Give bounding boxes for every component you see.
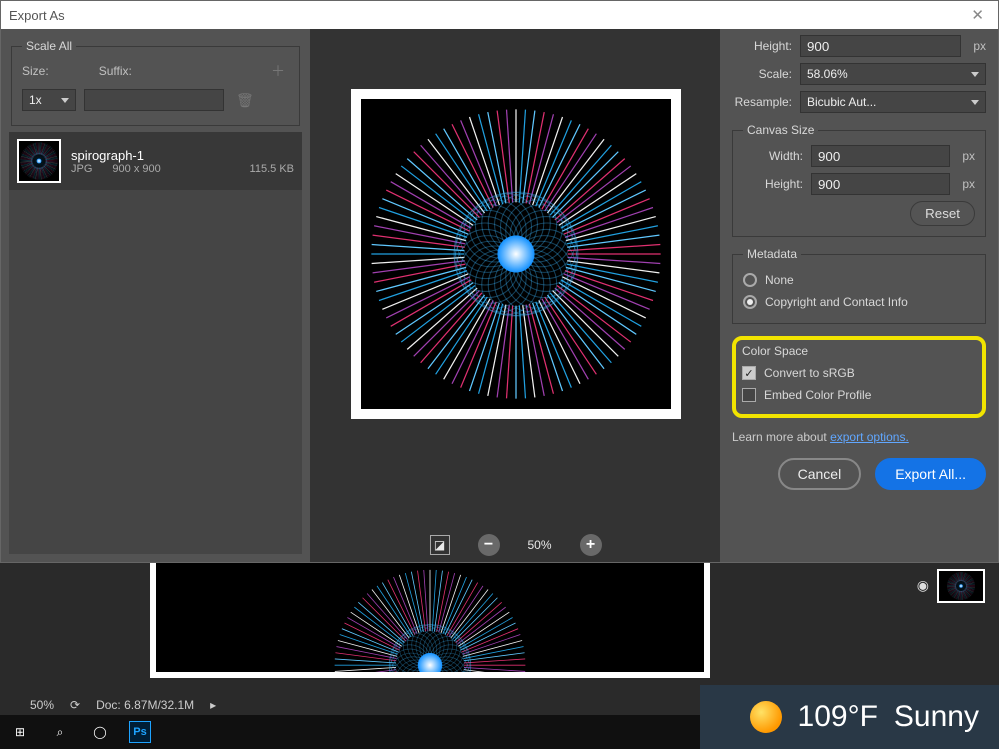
reset-button[interactable]: Reset	[910, 201, 975, 226]
canvas-size-group: Canvas Size Width: px Height: px Reset	[732, 123, 986, 237]
size-select[interactable]: 1x	[22, 89, 76, 111]
canvas-height-unit: px	[962, 177, 975, 191]
export-as-dialog: Export As ✕ Scale All Size: Suffix: ＋ 1x	[0, 0, 999, 563]
scale-select[interactable]: 58.06%	[800, 63, 986, 85]
checkbox-icon	[742, 388, 756, 402]
checkbox-icon: ✓	[742, 366, 756, 380]
layer-thumb-art	[939, 571, 983, 601]
asset-thumb-art	[19, 141, 59, 181]
cancel-button[interactable]: Cancel	[778, 458, 862, 490]
footer-buttons: Cancel Export All...	[732, 452, 986, 490]
titlebar[interactable]: Export As ✕	[1, 1, 998, 29]
metadata-copyright-option[interactable]: Copyright and Contact Info	[743, 291, 975, 313]
trash-icon[interactable]: 🗑	[232, 92, 258, 109]
asset-name: spirograph-1	[71, 148, 294, 163]
canvas-art-partial	[156, 563, 704, 672]
canvas-size-legend: Canvas Size	[743, 123, 818, 137]
zoom-out-button[interactable]: −	[477, 534, 499, 556]
color-space-highlight: Color Space ✓ Convert to sRGB Embed Colo…	[732, 336, 986, 418]
asset-meta: spirograph-1 JPG 900 x 900 115.5 KB	[71, 148, 294, 175]
canvas-stage	[150, 563, 710, 678]
scale-all-legend: Scale All	[22, 39, 76, 53]
export-options-link[interactable]: export options.	[830, 430, 909, 444]
zoom-level: 50%	[527, 538, 551, 552]
asset-format: JPG	[71, 163, 92, 175]
asset-filesize: 115.5 KB	[250, 163, 294, 175]
start-icon[interactable]: ⊞	[0, 715, 40, 749]
search-icon[interactable]: ⌕	[40, 715, 80, 749]
taskbar-app-photoshop[interactable]: Ps	[120, 715, 160, 749]
weather-cond: Sunny	[894, 700, 979, 734]
image-height-label: Height:	[732, 39, 792, 53]
status-bar: 50% ⟳ Doc: 6.87M/32.1M ▸	[0, 696, 216, 714]
cortana-icon[interactable]: ◯	[80, 715, 120, 749]
two-up-icon[interactable]: ◪	[429, 535, 449, 555]
layer-thumbnail[interactable]	[937, 569, 985, 603]
suffix-input[interactable]	[84, 89, 224, 111]
sun-icon	[750, 701, 782, 733]
canvas-width-label: Width:	[743, 149, 803, 163]
canvas-width-input[interactable]	[811, 145, 950, 167]
convert-srgb-option[interactable]: ✓ Convert to sRGB	[742, 362, 976, 384]
radio-icon	[743, 295, 757, 309]
weather-widget[interactable]: 109°F Sunny	[700, 685, 999, 749]
zoom-in-button[interactable]: +	[580, 534, 602, 556]
left-panel: Scale All Size: Suffix: ＋ 1x 🗑	[1, 29, 311, 562]
export-all-button[interactable]: Export All...	[875, 458, 986, 490]
color-space-legend: Color Space	[742, 344, 976, 362]
canvas-height-input[interactable]	[811, 173, 950, 195]
canvas-zoom-readout: 50%	[30, 698, 54, 712]
metadata-legend: Metadata	[743, 247, 801, 261]
add-size-icon[interactable]: ＋	[267, 61, 289, 81]
zoom-bar: ◪ − 50% +	[429, 534, 601, 556]
image-height-unit: px	[973, 39, 986, 53]
learn-more: Learn more about export options.	[732, 424, 986, 446]
suffix-label: Suffix:	[99, 64, 132, 78]
asset-list: spirograph-1 JPG 900 x 900 115.5 KB	[9, 132, 302, 554]
metadata-none-option[interactable]: None	[743, 269, 975, 291]
canvas-height-label: Height:	[743, 177, 803, 191]
asset-thumbnail[interactable]	[17, 139, 61, 183]
embed-profile-option[interactable]: Embed Color Profile	[742, 384, 976, 406]
weather-temp: 109°F	[798, 700, 878, 734]
image-height-input[interactable]	[800, 35, 961, 57]
doc-size-readout: Doc: 6.87M/32.1M	[96, 698, 194, 712]
scale-all-group: Scale All Size: Suffix: ＋ 1x 🗑	[11, 39, 300, 126]
preview-panel: ◪ − 50% +	[311, 29, 720, 562]
close-icon[interactable]: ✕	[965, 6, 990, 24]
resample-select[interactable]: Bicubic Aut...	[800, 91, 986, 113]
color-space-group: Color Space ✓ Convert to sRGB Embed Colo…	[742, 344, 976, 406]
right-panel: Height: px Scale: 58.06% Resample: Bicub…	[720, 29, 998, 562]
metadata-group: Metadata None Copyright and Contact Info	[732, 247, 986, 324]
size-label: Size:	[22, 64, 49, 78]
window-title: Export As	[9, 8, 65, 23]
layer-visibility-icon[interactable]: ◉	[917, 577, 929, 594]
preview-art	[361, 99, 671, 409]
scale-label: Scale:	[732, 67, 792, 81]
resample-label: Resample:	[732, 95, 792, 109]
asset-row[interactable]: spirograph-1 JPG 900 x 900 115.5 KB	[9, 132, 302, 190]
taskbar: ⊞ ⌕ ◯ Ps 109°F Sunny	[0, 715, 999, 749]
canvas-width-unit: px	[962, 149, 975, 163]
preview-image	[351, 89, 681, 419]
asset-dimensions: 900 x 900	[112, 163, 160, 175]
radio-icon	[743, 273, 757, 287]
